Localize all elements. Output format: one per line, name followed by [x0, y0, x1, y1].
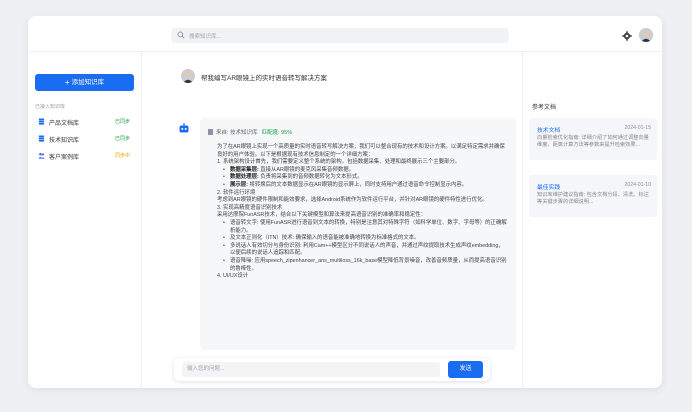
list-item: 及文本正则化（ITN）技术: 确保输入的语音能被准确地转换为标准格式的文本。	[223, 235, 507, 243]
source-label: 来自: 技术知识库	[216, 130, 258, 136]
search-icon	[177, 31, 185, 39]
references-title: 参考文档	[532, 105, 557, 111]
list-item: 语音转文字: 使用FunASR进行语音到文本的转换，特别是注意其对特殊字符（如科…	[223, 220, 507, 235]
avatar-image	[639, 28, 653, 42]
add-button-label: 添加知识库	[71, 79, 105, 86]
app-window: 搜索知识库... + 添加知识库 已接入知识库 产品文档库 已同步 技术知识库 …	[28, 16, 662, 388]
list-item-text: 负责将采集到的音频数据转化为文本形式。	[260, 174, 363, 181]
list-item-text: 将转换后的文本数据显示在AR眼镜的显示屏上，同时支持用户通过语音命令控制显示内容…	[249, 181, 468, 188]
list-item-title: 数据采集层:	[230, 166, 259, 173]
list-item-text: 直接从AR眼镜的麦克风采集音频数据。	[260, 166, 354, 173]
sync-status-badge: 已同步	[114, 136, 130, 142]
robot-icon	[179, 123, 189, 133]
top-bar: 搜索知识库...	[28, 16, 662, 52]
answer-section-1: 1. 系统架构设计首先，我们需要定义整个系统的架构，包括数据采集、处理和最终展示…	[217, 159, 461, 166]
sync-status-badge: 同步中	[114, 153, 130, 159]
reference-date: 2024-01-10	[624, 182, 651, 188]
answer-body: 为了在AR眼镜上实现一个高质量的实时语音转写解决方案，我们可以整合现有的技术和设…	[217, 144, 507, 281]
reference-excerpt: 知识库维护建议指南: 包含文档分段、清洗、标注等关键步骤的详细说明...	[537, 192, 649, 205]
reference-excerpt: 向量检索优化指南: 详细介绍了如何通过调整向量维度、距离计算方法等参数来提升检索…	[537, 135, 649, 148]
gear-icon[interactable]	[622, 31, 632, 41]
list-item: 数据处理层: 负责将采集到的音频数据转化为文本形式。	[223, 174, 507, 182]
sidebar: + 添加知识库 已接入知识库 产品文档库 已同步 技术知识库 已同步 客户案例库 …	[28, 52, 142, 388]
sidebar-item-label: 客户案例库	[49, 155, 80, 161]
user-question: 帮我编写AR眼镜上的实时语音转写解决方案	[201, 75, 328, 82]
reference-title[interactable]: 最佳实践	[537, 182, 560, 191]
list-item: 语音降噪: 应用speech_zipenhancer_ans_multiloss…	[223, 258, 507, 273]
add-knowledge-base-button[interactable]: + 添加知识库	[35, 74, 134, 91]
list-item-title: 数据处理层:	[230, 174, 259, 181]
reference-card[interactable]: 最佳实践 2024-01-10 知识库维护建议指南: 包含文档分段、清洗、标注等…	[529, 175, 657, 217]
reference-date: 2024-01-15	[624, 125, 651, 131]
users-icon	[38, 152, 45, 159]
sidebar-section-title: 已接入知识库	[35, 104, 66, 110]
avatar-image	[181, 69, 195, 83]
sidebar-item-tech-kb[interactable]: 技术知识库 已同步	[35, 133, 134, 145]
database-icon	[38, 135, 45, 142]
reference-card[interactable]: 技术文档 2024-01-15 向量检索优化指南: 详细介绍了如何通过调整向量维…	[529, 118, 657, 160]
plus-icon: +	[64, 78, 70, 87]
send-button[interactable]: 发送	[448, 361, 483, 378]
chat-input[interactable]: 输入您的问题...	[182, 362, 440, 377]
list-item: 多说话人有效切分与身份识别: 利用Cam++模型区分不同说话人的声音，并通过声纹…	[223, 243, 507, 258]
chat-area: 帮我编写AR眼镜上的实时语音转写解决方案 来自: 技术知识库 匹配度: 95% 为…	[142, 52, 522, 388]
references-panel: 参考文档 技术文档 2024-01-15 向量检索优化指南: 详细介绍了如何通过…	[522, 52, 662, 388]
sidebar-item-label: 技术知识库	[49, 138, 80, 144]
reference-title[interactable]: 技术文档	[537, 125, 560, 134]
search-input[interactable]: 搜索知识库...	[189, 32, 221, 40]
answer-section-2-text: 考虑到AR眼镜的硬件限制和能效要求，选择Android系统作为软件运行平台，并针…	[217, 197, 488, 204]
user-avatar[interactable]	[639, 28, 653, 42]
architecture-list: 数据采集层: 直接从AR眼镜的麦克风采集音频数据。 数据处理层: 负责将采集到的…	[223, 166, 507, 190]
match-score: 匹配度: 95%	[261, 130, 293, 136]
sync-status-badge: 已同步	[114, 119, 130, 125]
list-item-title: 展示层:	[230, 181, 248, 188]
sidebar-item-label: 产品文档库	[49, 121, 80, 127]
chat-input-box: 输入您的问题... 发送	[174, 358, 490, 381]
user-message-avatar	[181, 69, 195, 83]
assistant-answer: 来自: 技术知识库 匹配度: 95% 为了在AR眼镜上实现一个高质量的实时语音转写…	[200, 118, 516, 350]
answer-source: 来自: 技术知识库 匹配度: 95%	[208, 128, 292, 136]
document-icon	[208, 129, 213, 135]
sidebar-item-customer-cases[interactable]: 客户案例库 同步中	[35, 150, 134, 162]
sidebar-item-product-docs[interactable]: 产品文档库 已同步	[35, 116, 134, 128]
list-item: 展示层: 将转换后的文本数据显示在AR眼镜的显示屏上，同时支持用户通过语音命令控…	[223, 181, 507, 190]
answer-section-3-text: 采用达摩院FunASR技术，结合以下关键模型和算法来提高语音识别的准确率和稳定性…	[217, 212, 427, 219]
asr-list: 语音转文字: 使用FunASR进行语音到文本的转换，特别是注意其对特殊字符（如科…	[223, 220, 507, 273]
answer-section-4: 4. UI/UX设计	[217, 273, 249, 280]
database-icon	[38, 118, 45, 125]
answer-intro: 为了在AR眼镜上实现一个高质量的实时语音转写解决方案，我们可以整合现有的技术和设…	[217, 144, 505, 158]
search-bar[interactable]: 搜索知识库...	[171, 28, 509, 43]
